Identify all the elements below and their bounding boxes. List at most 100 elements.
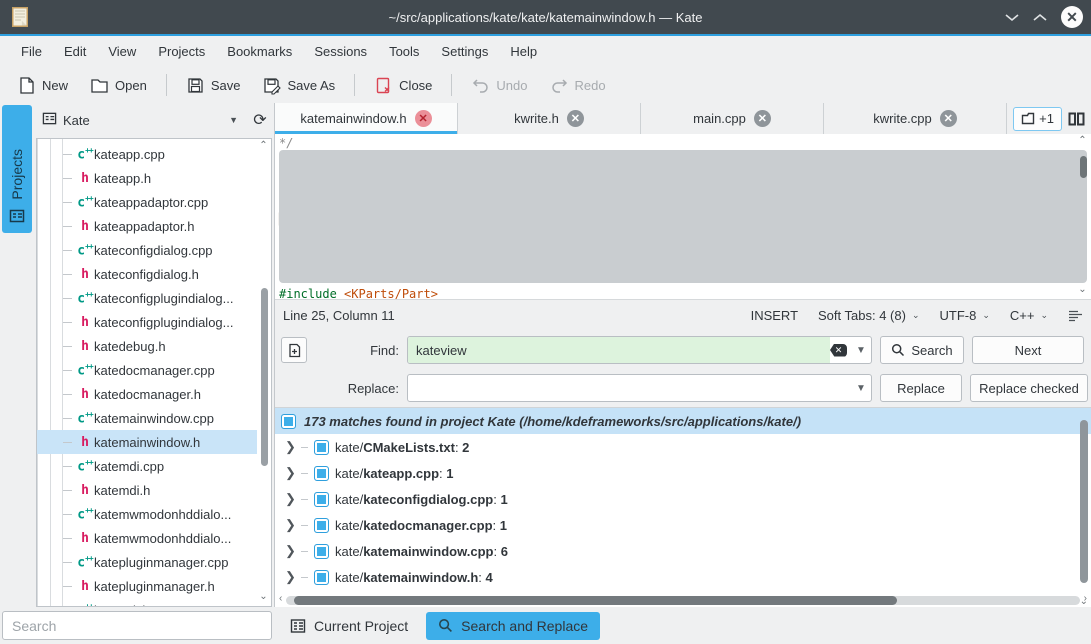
save-button[interactable]: Save xyxy=(177,72,250,99)
tab-close-icon[interactable]: ✕ xyxy=(754,110,771,127)
new-search-tab-button[interactable] xyxy=(281,337,307,363)
current-project-button[interactable]: Current Project xyxy=(282,613,416,639)
result-row-katedocmanager-cpp[interactable]: ❯kate/katedocmanager.cpp: 1 xyxy=(275,512,1091,538)
checkbox-checked-icon[interactable] xyxy=(314,440,329,455)
find-input[interactable] xyxy=(408,337,830,363)
scroll-up-icon[interactable]: ⌃ xyxy=(259,141,267,153)
next-button[interactable]: Next xyxy=(972,336,1084,364)
checkbox-checked-icon[interactable] xyxy=(281,414,296,429)
replace-checked-button[interactable]: Replace checked xyxy=(970,374,1088,402)
result-row-CMakeLists-txt[interactable]: ❯kate/CMakeLists.txt: 2 xyxy=(275,434,1091,460)
editor-scrollbar[interactable]: ⌃ ⌄ xyxy=(1075,134,1090,299)
expand-chevron-icon[interactable]: ❯ xyxy=(285,465,295,481)
text-editor[interactable]: */#ifndef __KATE_MAINWINDOW_H__#define _… xyxy=(275,134,1091,300)
close-window-icon[interactable]: ✕ xyxy=(1061,6,1083,28)
tree-item-kateapp-h[interactable]: hkateapp.h xyxy=(37,166,257,190)
tree-item-katequickopen-cpp[interactable]: c++katequickopen.cpp xyxy=(37,598,257,607)
checkbox-checked-icon[interactable] xyxy=(314,570,329,585)
redo-button[interactable]: Redo xyxy=(541,72,615,99)
expand-chevron-icon[interactable]: ❯ xyxy=(285,569,295,585)
tree-item-katedocmanager-h[interactable]: hkatedocmanager.h xyxy=(37,382,257,406)
hscrollbar-thumb[interactable] xyxy=(294,596,897,605)
tree-item-kateconfigdialog-h[interactable]: hkateconfigdialog.h xyxy=(37,262,257,286)
menu-item-projects[interactable]: Projects xyxy=(147,40,216,63)
tree-item-katedebug-h[interactable]: hkatedebug.h xyxy=(37,334,257,358)
menu-item-view[interactable]: View xyxy=(97,40,147,63)
expand-chevron-icon[interactable]: ❯ xyxy=(285,439,295,455)
menu-item-tools[interactable]: Tools xyxy=(378,40,430,63)
tab-close-icon[interactable]: ✕ xyxy=(415,110,432,127)
tree-item-katemdi-cpp[interactable]: c++katemdi.cpp xyxy=(37,454,257,478)
checkbox-checked-icon[interactable] xyxy=(314,492,329,507)
expand-chevron-icon[interactable]: ❯ xyxy=(285,491,295,507)
result-row-katemainwindow-cpp[interactable]: ❯kate/katemainwindow.cpp: 6 xyxy=(275,538,1091,564)
tree-item-katepluginmanager-h[interactable]: hkatepluginmanager.h xyxy=(37,574,257,598)
sidebar-tab-projects[interactable]: Projects xyxy=(2,105,32,233)
tree-item-katedocmanager-cpp[interactable]: c++katedocmanager.cpp xyxy=(37,358,257,382)
tree-item-katemdi-h[interactable]: hkatemdi.h xyxy=(37,478,257,502)
cursor-position[interactable]: Line 25, Column 11 xyxy=(283,308,731,323)
editor-scrollbar-track[interactable] xyxy=(279,150,1087,283)
menu-item-bookmarks[interactable]: Bookmarks xyxy=(216,40,303,63)
tree-item-kateconfigdialog-cpp[interactable]: c++kateconfigdialog.cpp xyxy=(37,238,257,262)
maximize-icon[interactable] xyxy=(1033,13,1047,22)
result-row-kateconfigdialog-cpp[interactable]: ❯kate/kateconfigdialog.cpp: 1 xyxy=(275,486,1091,512)
tree-item-kateappadaptor-h[interactable]: hkateappadaptor.h xyxy=(37,214,257,238)
menu-item-settings[interactable]: Settings xyxy=(430,40,499,63)
tree-item-katemwmodonhddialo---[interactable]: c++katemwmodonhddialo... xyxy=(37,502,257,526)
search-button[interactable]: Search xyxy=(880,336,964,364)
hscrollbar-track[interactable] xyxy=(286,596,1079,605)
tree-item-katepluginmanager-cpp[interactable]: c++katepluginmanager.cpp xyxy=(37,550,257,574)
checkbox-checked-icon[interactable] xyxy=(314,518,329,533)
menu-item-edit[interactable]: Edit xyxy=(53,40,97,63)
project-selector[interactable]: Kate ▼ xyxy=(36,107,244,133)
result-row-kateapp-cpp[interactable]: ❯kate/kateapp.cpp: 1 xyxy=(275,460,1091,486)
syntax-mode-selector[interactable]: C++ ⌄ xyxy=(1010,308,1048,323)
undo-button[interactable]: Undo xyxy=(462,72,536,99)
results-scrollbar-thumb[interactable] xyxy=(1080,420,1088,583)
tree-item-katemainwindow-cpp[interactable]: c++katemainwindow.cpp xyxy=(37,406,257,430)
tab-kwrite.cpp[interactable]: kwrite.cpp✕ xyxy=(824,103,1007,134)
scroll-down-icon[interactable]: ⌄ xyxy=(1080,596,1088,607)
minimize-icon[interactable] xyxy=(1005,13,1019,22)
tree-item-kateapp-cpp[interactable]: c++kateapp.cpp xyxy=(37,142,257,166)
split-view-button[interactable] xyxy=(1068,111,1085,127)
tab-main.cpp[interactable]: main.cpp✕ xyxy=(641,103,824,134)
tree-item-katemwmodonhddialo---[interactable]: hkatemwmodonhddialo... xyxy=(37,526,257,550)
tab-kwrite.h[interactable]: kwrite.h✕ xyxy=(458,103,641,134)
clear-text-icon[interactable]: ✕ xyxy=(830,344,847,357)
tab-close-icon[interactable]: ✕ xyxy=(567,110,584,127)
scroll-left-icon[interactable]: ‹ xyxy=(279,594,282,606)
open-button[interactable]: Open xyxy=(81,72,156,99)
scroll-down-icon[interactable]: ⌄ xyxy=(259,592,267,604)
close-document-button[interactable]: Close xyxy=(365,72,441,99)
result-row-katemainwindow-h[interactable]: ❯kate/katemainwindow.h: 4 xyxy=(275,564,1091,590)
tree-item-kateconfigplugindialog---[interactable]: c++kateconfigplugindialog... xyxy=(37,286,257,310)
expand-chevron-icon[interactable]: ❯ xyxy=(285,543,295,559)
chevron-down-icon[interactable]: ▼ xyxy=(851,375,871,401)
input-mode[interactable]: INSERT xyxy=(751,308,798,323)
tree-item-katemainwindow-h[interactable]: hkatemainwindow.h xyxy=(37,430,257,454)
tree-scrollbar-thumb[interactable] xyxy=(261,288,268,465)
tree-item-kateconfigplugindialog---[interactable]: hkateconfigplugindialog... xyxy=(37,310,257,334)
word-wrap-menu-icon[interactable] xyxy=(1068,310,1083,322)
replace-button[interactable]: Replace xyxy=(880,374,962,402)
new-button[interactable]: New xyxy=(8,72,77,99)
search-and-replace-button[interactable]: Search and Replace xyxy=(426,612,600,640)
menu-item-help[interactable]: Help xyxy=(499,40,548,63)
results-summary-row[interactable]: 173 matches found in project Kate (/home… xyxy=(275,408,1091,434)
expand-chevron-icon[interactable]: ❯ xyxy=(285,517,295,533)
tab-katemainwindow.h[interactable]: katemainwindow.h✕ xyxy=(275,103,458,134)
tab-width-selector[interactable]: Soft Tabs: 4 (8) ⌄ xyxy=(818,308,919,323)
reload-project-button[interactable]: ⟳ xyxy=(248,108,272,132)
project-filter-input[interactable] xyxy=(2,611,272,640)
checkbox-checked-icon[interactable] xyxy=(314,466,329,481)
replace-input[interactable] xyxy=(408,375,851,401)
scroll-down-icon[interactable]: ⌄ xyxy=(1078,285,1086,297)
encoding-selector[interactable]: UTF-8 ⌄ xyxy=(939,308,989,323)
menu-item-file[interactable]: File xyxy=(10,40,53,63)
more-documents-button[interactable]: +1 xyxy=(1013,107,1062,131)
save-as-button[interactable]: Save As xyxy=(253,72,344,99)
chevron-down-icon[interactable]: ▼ xyxy=(851,337,871,363)
tab-close-icon[interactable]: ✕ xyxy=(940,110,957,127)
